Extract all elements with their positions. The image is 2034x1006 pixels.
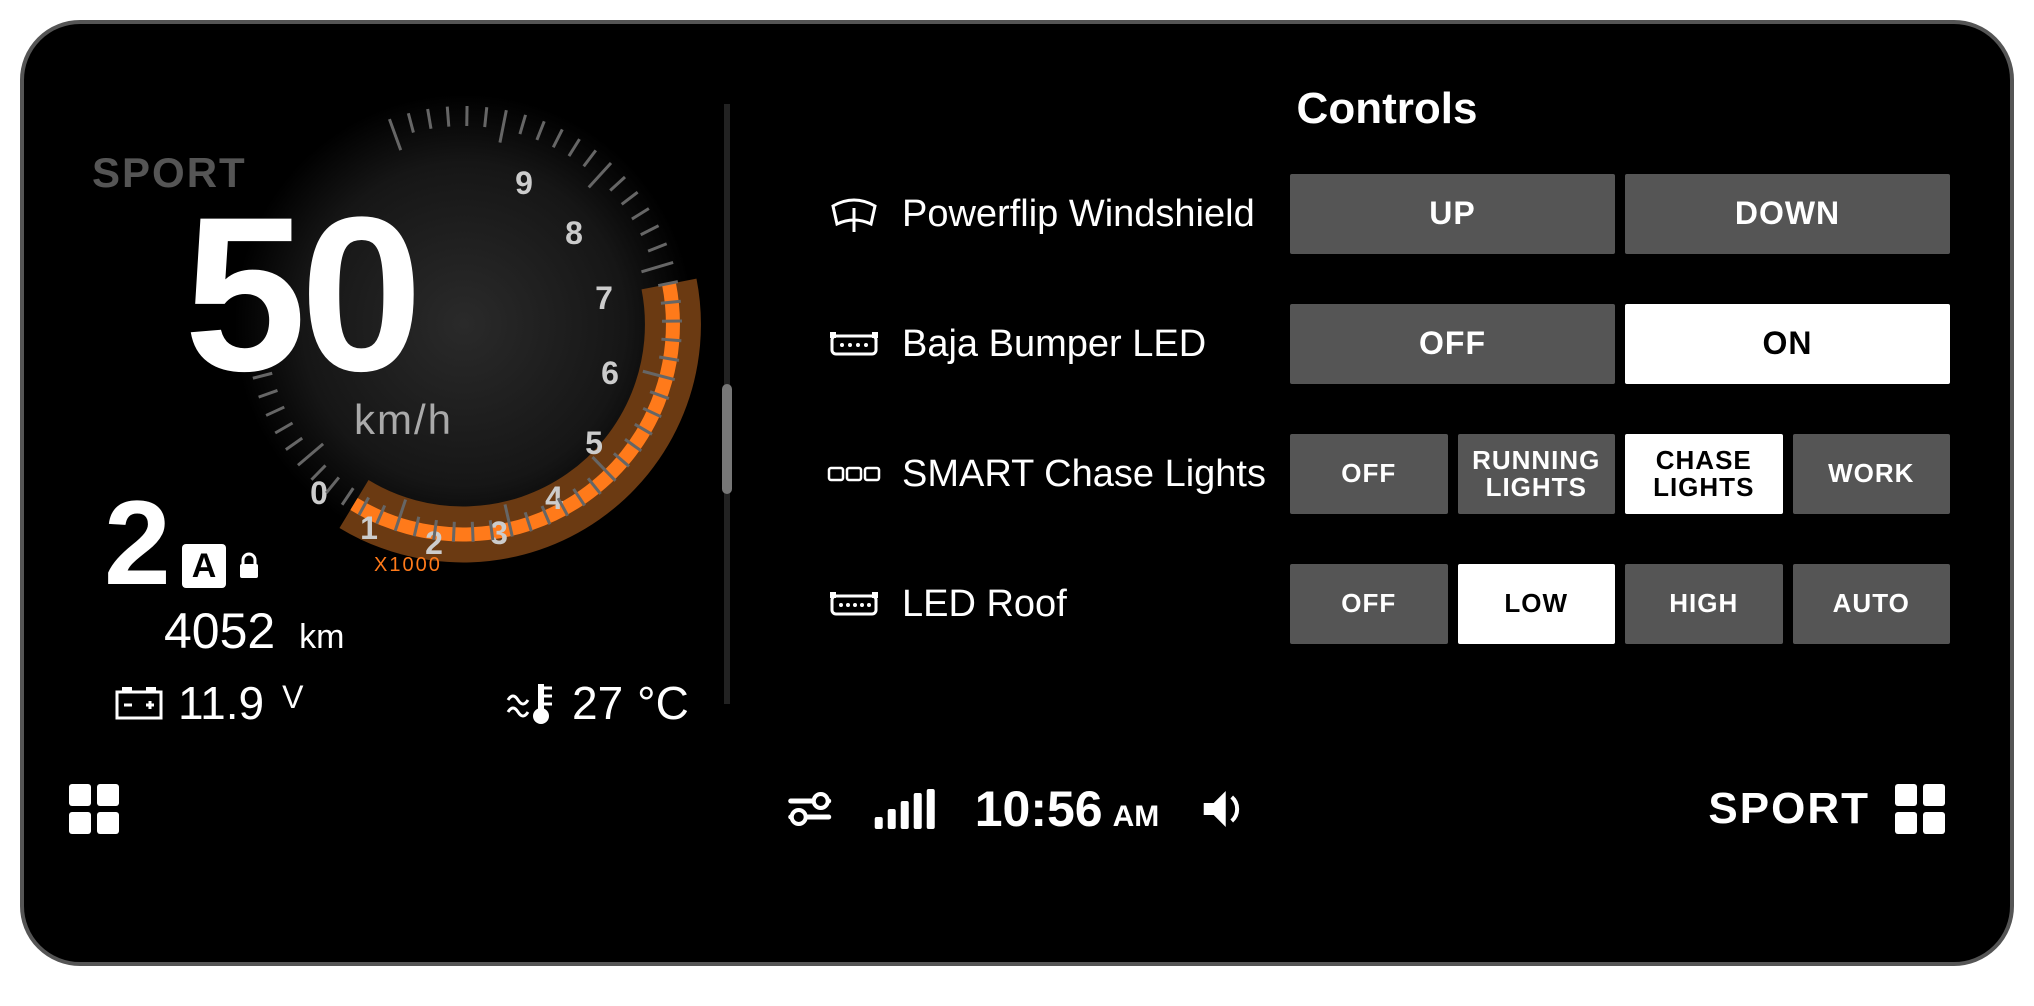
control-button-group: OFFON — [1290, 304, 1950, 384]
control-label: LED Roof — [902, 583, 1272, 626]
svg-text:6: 6 — [601, 355, 619, 391]
control-button[interactable]: AUTO — [1793, 564, 1951, 644]
svg-text:9: 9 — [515, 165, 533, 201]
svg-text:5: 5 — [585, 425, 603, 461]
speed-unit: km/h — [354, 396, 453, 444]
controls-panel: Controls Powerflip Windshield UPDOWN Baja … — [784, 54, 1970, 754]
bottom-bar: 10:56 AM SPORT — [64, 764, 1970, 854]
rpm-multiplier-label: X1000 — [374, 554, 442, 577]
control-button[interactable]: CHASELIGHTS — [1625, 434, 1783, 514]
control-button-group: OFFRUNNINGLIGHTSCHASELIGHTSWORK — [1290, 434, 1950, 514]
control-button[interactable]: HIGH — [1625, 564, 1783, 644]
control-button-group: OFFLOWHIGHAUTO — [1290, 564, 1950, 644]
settings-sliders-icon[interactable] — [785, 789, 835, 829]
control-button[interactable]: LOW — [1458, 564, 1616, 644]
coolant-temp: 27 °C — [504, 676, 689, 730]
control-row: SMART Chase Lights OFFRUNNINGLIGHTSCHASEL… — [824, 434, 1950, 514]
temp-unit: °C — [637, 676, 689, 730]
odometer-value: 4052 — [164, 603, 275, 659]
control-button[interactable]: UP — [1290, 174, 1615, 254]
odometer: 4052 km — [164, 602, 344, 660]
clock-time: 10:56 — [975, 780, 1103, 838]
speaker-icon[interactable] — [1199, 787, 1249, 831]
voltage-unit: V — [282, 679, 303, 716]
svg-text:7: 7 — [595, 280, 613, 316]
control-button-group: UPDOWN — [1290, 174, 1950, 254]
svg-text:1: 1 — [360, 510, 378, 546]
control-row: Baja Bumper LED OFFON — [824, 304, 1950, 384]
control-button[interactable]: OFF — [1290, 304, 1615, 384]
lock-icon — [236, 552, 262, 580]
voltage-value: 11.9 — [178, 676, 264, 730]
control-row: LED Roof OFFLOWHIGHAUTO — [824, 564, 1950, 644]
windshield-icon — [824, 194, 884, 234]
roof-led-icon — [824, 588, 884, 620]
temp-value: 27 — [572, 676, 623, 730]
control-button[interactable]: WORK — [1793, 434, 1951, 514]
clock-ampm: AM — [1113, 800, 1160, 834]
control-label: Baja Bumper LED — [902, 323, 1272, 366]
speed-value: 50 — [184, 184, 417, 404]
apps-grid-button-left[interactable] — [64, 779, 124, 839]
control-label: SMART Chase Lights — [902, 453, 1272, 496]
bottom-mode-label[interactable]: SPORT — [1708, 784, 1870, 834]
main-screen: SPORT — [64, 54, 1970, 754]
control-button[interactable]: OFF — [1290, 564, 1448, 644]
control-button[interactable]: RUNNINGLIGHTS — [1458, 434, 1616, 514]
control-row: Powerflip Windshield UPDOWN — [824, 174, 1950, 254]
battery-icon — [114, 684, 164, 722]
control-label: Powerflip Windshield — [902, 193, 1272, 236]
coolant-temp-icon — [504, 680, 558, 726]
gear-indicator: 2 — [104, 474, 171, 612]
control-button[interactable]: OFF — [1290, 434, 1448, 514]
control-button[interactable]: DOWN — [1625, 174, 1950, 254]
chase-lights-icon — [824, 462, 884, 486]
controls-title: Controls — [824, 84, 1950, 134]
svg-text:8: 8 — [565, 215, 583, 251]
apps-grid-button-right[interactable] — [1890, 779, 1950, 839]
scroll-thumb[interactable] — [722, 384, 732, 494]
gauge-panel: SPORT — [64, 54, 724, 754]
battery-voltage: 11.9 V — [114, 676, 303, 730]
device-frame: SPORT — [20, 20, 2014, 966]
odometer-unit: km — [299, 618, 344, 656]
control-button[interactable]: ON — [1625, 304, 1950, 384]
clock: 10:56 AM — [975, 780, 1160, 838]
signal-strength-icon — [875, 789, 935, 829]
gear-auto-badge: A — [182, 544, 226, 588]
bumper-led-icon — [824, 328, 884, 360]
svg-text:4: 4 — [545, 480, 563, 516]
